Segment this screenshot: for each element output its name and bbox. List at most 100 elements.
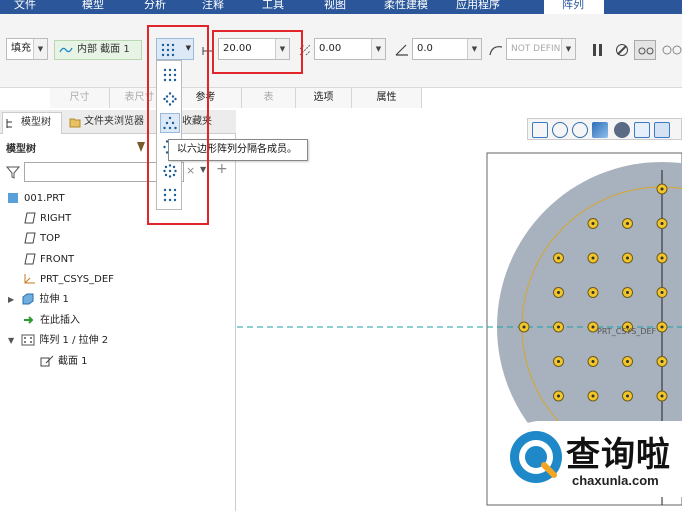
tab-model[interactable]: 模型 (82, 0, 122, 14)
hole-center (626, 394, 629, 398)
highlight-box-pattern-menu (147, 25, 209, 225)
reference-combo[interactable]: NOT DEFIN ▼ (506, 38, 576, 60)
hole-center (591, 360, 595, 363)
pause-button[interactable] (592, 44, 604, 56)
datum-plane-icon (24, 232, 36, 244)
hole-center (557, 325, 560, 329)
part-icon (8, 193, 18, 203)
pattern-icon (21, 334, 35, 346)
add-icon[interactable]: + (216, 161, 228, 177)
tab-table[interactable]: 表 (242, 88, 296, 108)
tree-header: 模型树 (6, 144, 36, 155)
pattern-type-combo[interactable]: 填充 ▼ (6, 38, 48, 60)
prohibit-icon (616, 45, 627, 55)
hole-center (557, 256, 560, 260)
tab-dimensions[interactable]: 尺寸 (50, 88, 110, 108)
tab-analysis[interactable]: 分析 (144, 0, 184, 14)
angle-input[interactable]: 0.0 ▼ (412, 38, 482, 60)
hole-center (591, 394, 595, 398)
chevron-down-icon[interactable]: ▼ (467, 39, 481, 59)
pause-icon-bar (599, 44, 602, 56)
tree-item-label: RIGHT (40, 213, 72, 224)
ribbon-tab-bar: 文件 模型 分析 注释 工具 视图 柔性建模 应用程序 阵列 (0, 0, 682, 14)
tree-item-label: 在此插入 (40, 315, 80, 326)
tree-item-right[interactable]: RIGHT (22, 210, 71, 228)
tab-view[interactable]: 视图 (324, 0, 364, 14)
tree-item-label: FRONT (40, 254, 75, 265)
collapse-icon[interactable]: ▼ (8, 336, 14, 345)
pattern-type-label: 填充 (11, 43, 31, 54)
chevron-down-icon[interactable]: ▼ (33, 39, 47, 59)
tab-applications[interactable]: 应用程序 (456, 0, 526, 14)
filter-icon[interactable] (6, 165, 20, 179)
direction-icon (489, 46, 503, 56)
hole-center (660, 187, 664, 191)
hole-center (557, 291, 560, 294)
settings-icon[interactable] (134, 140, 148, 154)
hole-center (557, 360, 560, 363)
pattern-dashboard: 填充 ▼ 内部 截面 1 ▼ 20.00 ▼ 0.00 ▼ 0.0 ▼ NOT … (0, 14, 682, 88)
highlight-box-spacing (212, 30, 303, 74)
csys-label: PRT_CSYS_DEF (597, 327, 657, 336)
hole-center (591, 222, 595, 225)
tab-model-tree[interactable]: 模型树 (2, 112, 62, 134)
tree-item-insert-here[interactable]: 在此插入 (22, 312, 80, 330)
sketch-icon (40, 355, 54, 367)
tree-item-part[interactable]: 001.PRT (6, 190, 65, 208)
offset-value: 0.00 (319, 43, 342, 54)
hole-center (660, 222, 664, 225)
model-tree-icon (6, 119, 12, 128)
tab-folder-browser[interactable]: 文件夹浏览器 (66, 112, 156, 134)
tree-item-front[interactable]: FRONT (22, 251, 74, 269)
hole-center (660, 256, 664, 260)
sketch-label: 内部 截面 1 (77, 44, 130, 55)
tab-annotate[interactable]: 注释 (202, 0, 242, 14)
tab-flexible-modeling[interactable]: 柔性建模 (384, 0, 444, 14)
sketch-icon (59, 47, 73, 53)
watermark-url: chaxunla.com (572, 473, 659, 488)
tree-item-section-1[interactable]: 截面 1 (40, 353, 88, 371)
angle-icon (395, 44, 408, 56)
tab-label: 模型树 (21, 117, 51, 128)
coordinate-system-icon (24, 274, 35, 284)
hole-center (591, 291, 595, 294)
glasses-icon[interactable] (662, 44, 682, 56)
datum-plane-icon (24, 212, 36, 224)
sketch-collector[interactable]: 内部 截面 1 (54, 40, 142, 60)
tree-item-label: 001.PRT (24, 193, 65, 204)
expand-icon[interactable]: ▶ (8, 295, 14, 304)
tab-label: 文件夹浏览器 (84, 116, 144, 127)
tab-properties[interactable]: 属性 (352, 88, 422, 108)
tree-item-label: 阵列 1 / 拉伸 2 (39, 335, 109, 346)
tree-item-label: 截面 1 (58, 356, 88, 367)
tree-item-csys[interactable]: PRT_CSYS_DEF (22, 271, 114, 289)
offset-input[interactable]: 0.00 ▼ (314, 38, 386, 60)
verify-button[interactable] (634, 40, 656, 60)
no-preview-button[interactable] (616, 44, 628, 56)
tab-pattern[interactable]: 阵列 (544, 0, 604, 14)
hole-center (626, 222, 629, 225)
tree-item-pattern-1[interactable]: ▼ 阵列 1 / 拉伸 2 (8, 332, 108, 350)
extrude-icon (22, 293, 34, 305)
tree-item-extrude-1[interactable]: ▶ 拉伸 1 (8, 291, 69, 309)
glasses-icon (638, 47, 654, 55)
logo-icon (510, 431, 562, 483)
angle-value: 0.0 (417, 43, 433, 54)
tab-tools[interactable]: 工具 (262, 0, 302, 14)
tree-item-label: PRT_CSYS_DEF (40, 274, 114, 285)
hole-center (660, 394, 664, 398)
tab-file[interactable]: 文件 (14, 0, 60, 14)
hole-center (591, 256, 595, 260)
hole-center (660, 291, 664, 294)
hole-center (557, 394, 560, 398)
chevron-down-icon[interactable]: ▼ (371, 39, 385, 59)
tree-item-label: 拉伸 1 (39, 294, 69, 305)
tree-item-top[interactable]: TOP (22, 230, 60, 248)
hole-center (626, 256, 629, 260)
insert-arrow-icon (24, 316, 34, 324)
not-defined-label: NOT DEFIN (511, 44, 561, 54)
tree-item-label: TOP (40, 233, 61, 244)
hole-center (660, 360, 664, 363)
chevron-down-icon[interactable]: ▼ (561, 39, 575, 59)
tab-options[interactable]: 选项 (296, 88, 352, 108)
